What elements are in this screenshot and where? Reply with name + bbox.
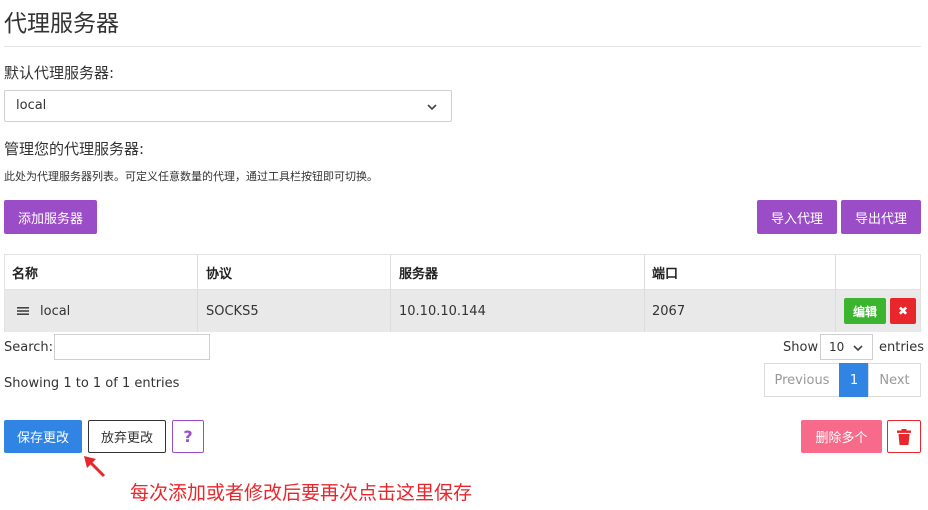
delete-all-button[interactable]: [887, 420, 921, 453]
default-proxy-value: local: [16, 98, 47, 113]
trash-icon: [897, 428, 911, 445]
proxy-name: local: [40, 303, 71, 319]
column-divider: [835, 290, 836, 332]
add-server-button[interactable]: 添加服务器: [4, 200, 97, 234]
pagination-previous[interactable]: Previous: [764, 363, 840, 397]
proxy-server: 10.10.10.144: [399, 303, 486, 319]
search-label: Search:: [4, 340, 54, 355]
manage-description: 此处为代理服务器列表。可定义任意数量的代理，通过工具栏按钮即可切换。: [4, 170, 378, 183]
annotation-text: 每次添加或者修改后要再次点击这里保存: [130, 482, 473, 504]
title-divider: [4, 46, 921, 47]
delete-row-button[interactable]: ✖: [890, 298, 916, 324]
chevron-down-icon: [427, 104, 437, 111]
default-proxy-select[interactable]: local: [4, 90, 452, 122]
proxy-port: 2067: [652, 303, 686, 319]
delete-multiple-button[interactable]: 删除多个: [801, 420, 882, 453]
table-row: local SOCKS5 10.10.10.144 2067 编辑 ✖: [4, 290, 921, 332]
column-divider: [197, 255, 198, 289]
import-proxies-button[interactable]: 导入代理: [757, 200, 837, 234]
column-divider: [644, 255, 645, 289]
proxy-protocol: SOCKS5: [206, 303, 259, 319]
column-divider: [644, 290, 645, 332]
chevron-down-icon: [853, 345, 863, 352]
pagination-page-1[interactable]: 1: [839, 363, 869, 397]
column-divider: [390, 290, 391, 332]
manage-proxies-label: 管理您的代理服务器:: [4, 140, 145, 158]
table-header: 名称 协议 服务器 端口: [4, 254, 921, 290]
save-changes-button[interactable]: 保存更改: [4, 420, 82, 453]
help-button[interactable]: ?: [172, 420, 204, 453]
edit-button[interactable]: 编辑: [844, 298, 886, 324]
discard-changes-button[interactable]: 放弃更改: [88, 420, 166, 453]
column-header-port[interactable]: 端口: [652, 255, 678, 289]
column-divider: [835, 255, 836, 289]
column-header-protocol[interactable]: 协议: [206, 255, 232, 289]
drag-handle-icon[interactable]: [17, 290, 29, 332]
table-info: Showing 1 to 1 of 1 entries: [4, 376, 180, 391]
pagination-next[interactable]: Next: [868, 363, 921, 397]
page-title: 代理服务器: [4, 11, 119, 37]
column-header-server[interactable]: 服务器: [399, 255, 438, 289]
entries-per-page-select[interactable]: 10: [820, 334, 873, 360]
column-divider: [197, 290, 198, 332]
search-input[interactable]: [54, 334, 210, 360]
column-divider: [390, 255, 391, 289]
entries-label: entries: [879, 340, 925, 355]
annotation-arrow-icon: [84, 456, 106, 478]
export-proxies-button[interactable]: 导出代理: [841, 200, 921, 234]
column-header-name[interactable]: 名称: [12, 255, 38, 289]
show-label: Show: [783, 340, 819, 355]
entries-per-page-value: 10: [829, 340, 845, 354]
default-proxy-label: 默认代理服务器:: [4, 64, 115, 82]
